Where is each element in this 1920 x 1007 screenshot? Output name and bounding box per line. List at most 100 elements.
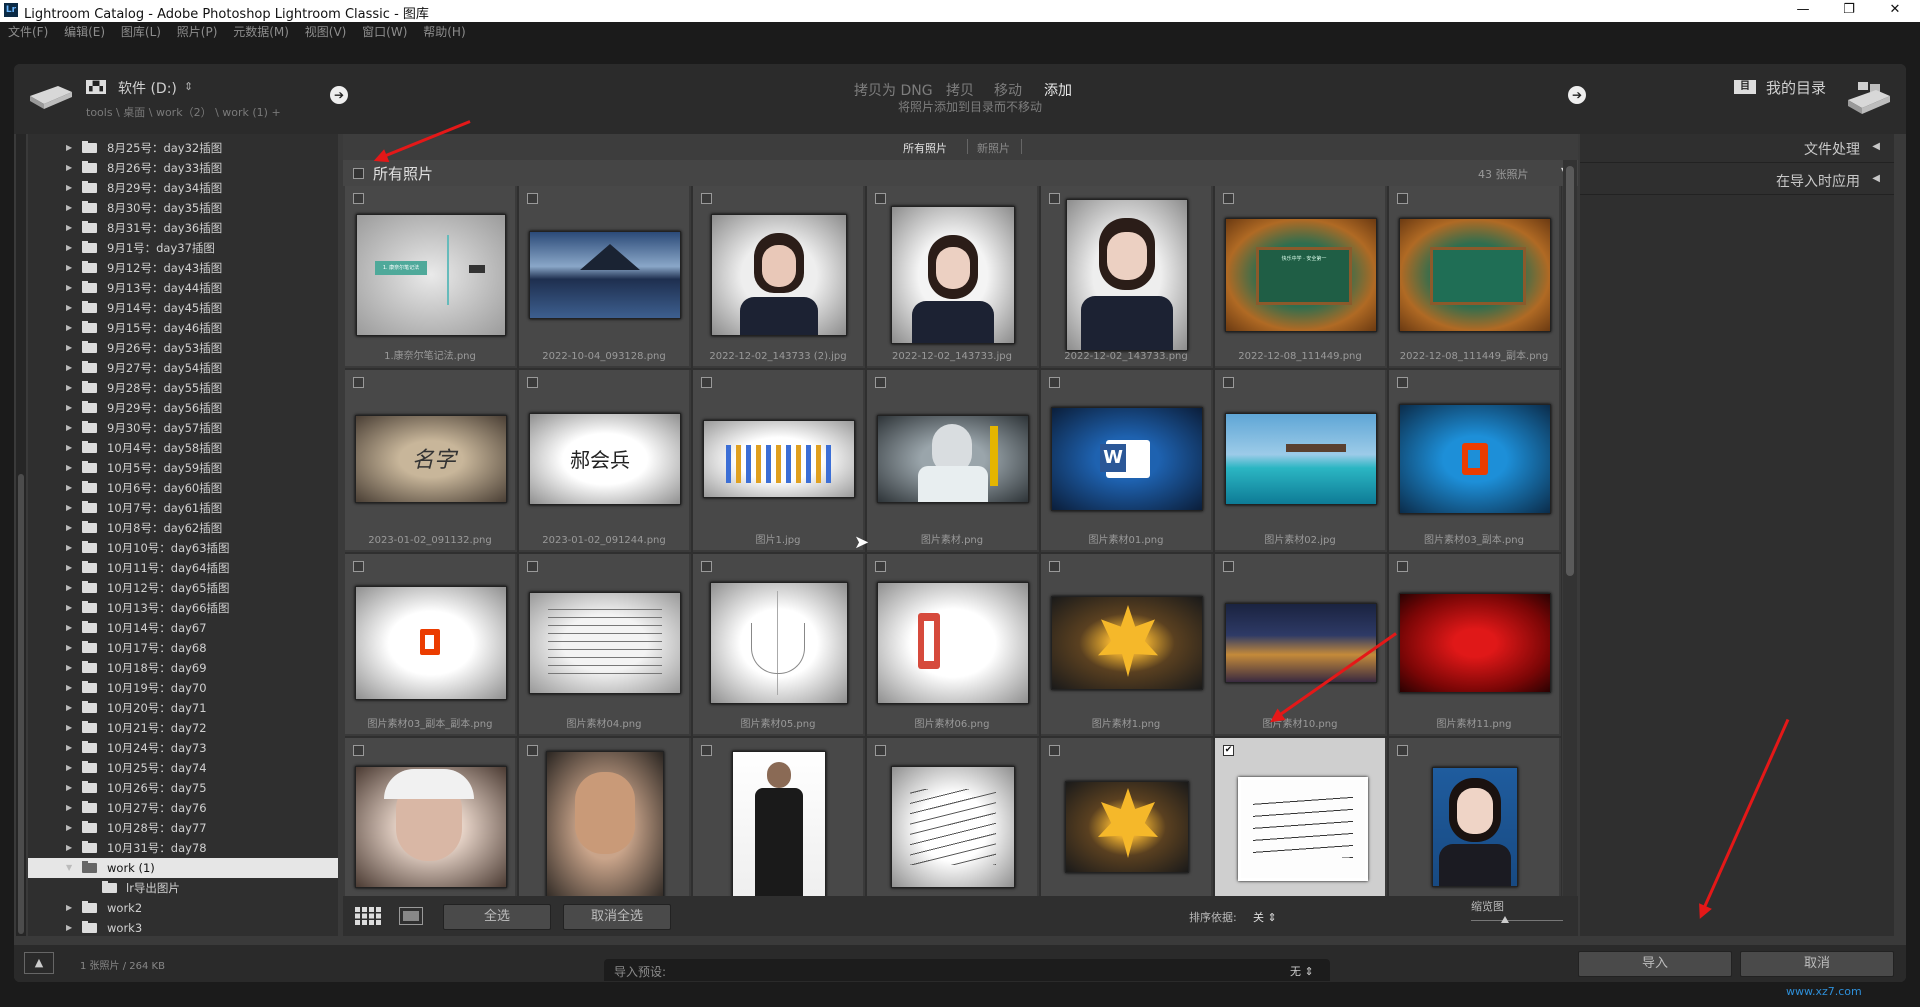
collapse-icon[interactable]: ◀ [1872, 141, 1880, 152]
folder-item[interactable]: ▶ 10月17号：day68 [28, 638, 338, 658]
sort-dropdown[interactable]: 关 ⇕ [1253, 909, 1277, 925]
photo-checkbox[interactable] [527, 561, 538, 572]
expand-right-icon[interactable]: ▶ [66, 318, 72, 338]
cancel-button[interactable]: 取消 [1740, 951, 1894, 977]
expand-right-icon[interactable]: ▶ [66, 738, 72, 758]
folder-item[interactable]: ▶ 10月5号：day59插图 [28, 458, 338, 478]
folder-item[interactable]: ▶ 9月14号：day45插图 [28, 298, 338, 318]
import-button[interactable]: 导入 [1578, 951, 1732, 977]
folder-item[interactable]: ▶ 10月12号：day65插图 [28, 578, 338, 598]
expand-right-icon[interactable]: ▶ [66, 638, 72, 658]
expand-right-icon[interactable]: ▶ [66, 598, 72, 618]
expand-right-icon[interactable]: ▶ [66, 678, 72, 698]
expand-right-icon[interactable]: ▶ [66, 798, 72, 818]
folder-item[interactable]: ▶ 10月8号：day62插图 [28, 518, 338, 538]
photo-checkbox[interactable]: ✔ [1223, 745, 1234, 756]
folder-item[interactable]: ▶ 10月14号：day67 [28, 618, 338, 638]
destination-label[interactable]: 我的目录 [1766, 77, 1826, 98]
photo-checkbox[interactable] [1049, 745, 1060, 756]
folder-scrollbar[interactable] [16, 134, 26, 936]
photo-checkbox[interactable] [875, 561, 886, 572]
photo-checkbox[interactable] [701, 377, 712, 388]
expand-right-icon[interactable]: ▶ [66, 578, 72, 598]
folder-item[interactable]: ▶ 10月20号：day71 [28, 698, 338, 718]
photo-checkbox[interactable] [875, 377, 886, 388]
folder-item[interactable]: ▶ 8月31号：day36插图 [28, 218, 338, 238]
photo-checkbox[interactable] [1049, 377, 1060, 388]
expand-right-icon[interactable]: ▶ [66, 198, 72, 218]
photo-checkbox[interactable] [1397, 193, 1408, 204]
photo-checkbox[interactable] [353, 745, 364, 756]
photo-checkbox[interactable] [1397, 561, 1408, 572]
expand-right-icon[interactable]: ▶ [66, 898, 72, 918]
source-path[interactable]: tools \ 桌面 \ work（2） \ work (1) + [86, 104, 281, 120]
folder-item[interactable]: ▶ 10月31号：day78 [28, 838, 338, 858]
expand-up-icon[interactable]: ▲ [24, 952, 54, 974]
menu-library[interactable]: 图库(L) [121, 25, 161, 39]
expand-right-icon[interactable]: ▶ [66, 398, 72, 418]
photo-checkbox[interactable] [527, 377, 538, 388]
expand-right-icon[interactable]: ▶ [66, 178, 72, 198]
photo-cell[interactable] [693, 738, 865, 896]
expand-right-icon[interactable]: ▶ [66, 338, 72, 358]
minimize-button[interactable]: — [1780, 0, 1826, 22]
photo-checkbox[interactable] [701, 561, 712, 572]
expand-right-icon[interactable]: ▶ [66, 438, 72, 458]
photo-checkbox[interactable] [875, 193, 886, 204]
folder-item[interactable]: ▶ 10月26号：day75 [28, 778, 338, 798]
photo-cell[interactable]: 图片素材10.png [1215, 554, 1387, 736]
expand-right-icon[interactable]: ▶ [66, 138, 72, 158]
select-all-button[interactable]: 全选 [443, 904, 551, 930]
photo-cell[interactable]: 图片素材05.png [693, 554, 865, 736]
expand-right-icon[interactable]: ▶ [66, 918, 72, 938]
tab-all-photos[interactable]: 所有照片 [903, 140, 947, 156]
photo-cell[interactable]: 图片素材04.png [519, 554, 691, 736]
expand-right-icon[interactable]: ▶ [66, 718, 72, 738]
folder-item[interactable]: ▶ work3 [28, 918, 338, 938]
photo-checkbox[interactable] [701, 193, 712, 204]
folder-item[interactable]: ▶ 9月13号：day44插图 [28, 278, 338, 298]
photo-cell[interactable] [1041, 738, 1213, 896]
maximize-button[interactable]: ❐ [1826, 0, 1872, 22]
folder-item[interactable]: lr导出图片 [28, 878, 338, 898]
folder-item[interactable]: ▶ 10月21号：day72 [28, 718, 338, 738]
folder-item[interactable]: ▶ 9月29号：day56插图 [28, 398, 338, 418]
photo-cell[interactable] [345, 738, 517, 896]
expand-right-icon[interactable]: ▶ [66, 158, 72, 178]
photo-checkbox[interactable] [875, 745, 886, 756]
expand-right-icon[interactable]: ▶ [66, 778, 72, 798]
folder-item[interactable]: ▶ 9月15号：day46插图 [28, 318, 338, 338]
expand-right-icon[interactable]: ▶ [66, 518, 72, 538]
photo-cell[interactable]: 快乐中学 · 安全第一 2022-12-08_111449.png [1215, 186, 1387, 368]
collapse-icon[interactable]: ◀ [1872, 173, 1880, 184]
photo-cell[interactable]: 图片素材03_副本.png [1389, 370, 1561, 552]
photo-checkbox[interactable] [1223, 193, 1234, 204]
expand-right-icon[interactable]: ▶ [66, 538, 72, 558]
photo-checkbox[interactable] [353, 193, 364, 204]
folder-item[interactable]: ▶ 10月19号：day70 [28, 678, 338, 698]
photo-cell[interactable] [867, 738, 1039, 896]
photo-cell[interactable]: 名字 2023-01-02_091132.png [345, 370, 517, 552]
loupe-view-icon[interactable] [399, 907, 423, 925]
photo-cell[interactable]: 图片素材.png [867, 370, 1039, 552]
expand-right-icon[interactable]: ▶ [66, 818, 72, 838]
folder-item[interactable]: ▶ 9月26号：day53插图 [28, 338, 338, 358]
menu-view[interactable]: 视图(V) [305, 25, 347, 39]
photo-cell[interactable] [1389, 738, 1561, 896]
expand-right-icon[interactable]: ▶ [66, 558, 72, 578]
thumbnail-size-slider[interactable] [1471, 920, 1563, 921]
expand-right-icon[interactable]: ▶ [66, 218, 72, 238]
expand-right-icon[interactable]: ▶ [66, 238, 72, 258]
photo-cell[interactable]: 图片素材06.png [867, 554, 1039, 736]
photo-cell[interactable]: 图片素材1.png [1041, 554, 1213, 736]
photo-cell[interactable]: 2022-10-04_093128.png [519, 186, 691, 368]
grid-view-icon[interactable] [355, 907, 381, 925]
folder-item[interactable]: ▶ 8月26号：day33插图 [28, 158, 338, 178]
expand-right-icon[interactable]: ▶ [66, 298, 72, 318]
expand-right-icon[interactable]: ▶ [66, 358, 72, 378]
expand-right-icon[interactable]: ▶ [66, 498, 72, 518]
photo-cell[interactable]: 郝会兵 2023-01-02_091244.png [519, 370, 691, 552]
photo-cell[interactable]: 1. 康奈尔笔记法 1.康奈尔笔记法.png [345, 186, 517, 368]
expand-right-icon[interactable]: ▶ [66, 618, 72, 638]
photo-cell[interactable]: ✔ [1215, 738, 1387, 896]
